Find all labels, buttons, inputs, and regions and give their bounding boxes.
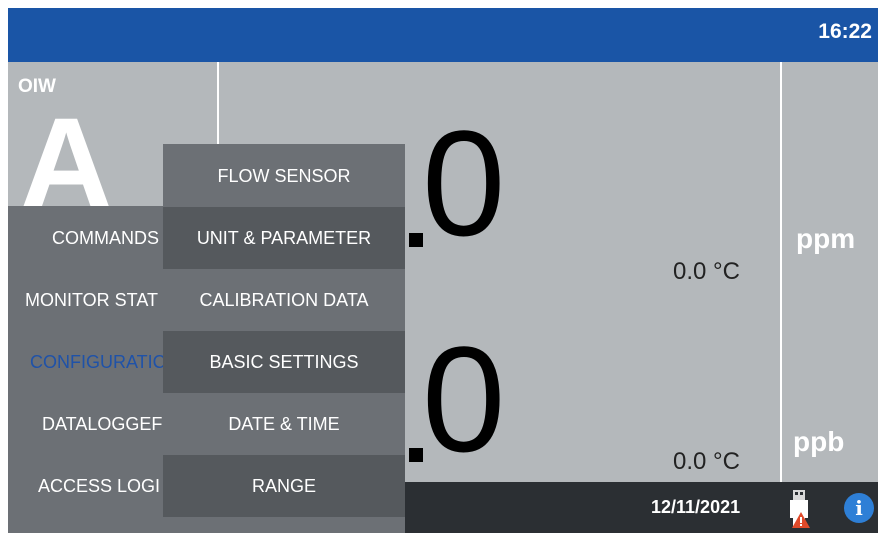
usb-warning-icon[interactable] <box>788 490 810 528</box>
reading2-value: 0 <box>422 315 506 483</box>
submenu-unit-parameter[interactable]: UNIT & PARAMETER <box>163 207 405 269</box>
device-screen: 16:22 OIW A 0 0.0 °C ppm 0 0.0 °C ppb 12… <box>8 8 878 533</box>
submenu-date-time[interactable]: DATE & TIME <box>163 393 405 455</box>
menu-item-access-log[interactable]: ACCESS LOGI <box>8 455 163 517</box>
header-bar: 16:22 <box>8 8 878 62</box>
menu-item-commands[interactable]: COMMANDS <box>8 207 163 269</box>
info-icon[interactable]: i <box>844 493 874 523</box>
submenu-calibration-data[interactable]: CALIBRATION DATA <box>163 269 405 331</box>
reading1-temperature: 0.0 °C <box>673 258 740 285</box>
reading2-unit: ppb <box>793 426 845 457</box>
menu-item-datalogger[interactable]: DATALOGGEF <box>8 393 163 455</box>
divider-right <box>780 62 782 482</box>
menu-item-configuration[interactable]: CONFIGURATIC <box>8 331 163 393</box>
clock: 16:22 <box>818 20 872 43</box>
date-display: 12/11/2021 <box>651 497 741 517</box>
submenu-range[interactable]: RANGE <box>163 455 405 517</box>
reading1-value: 0 <box>422 99 506 267</box>
menu-item-monitor-status[interactable]: MONITOR STAT <box>8 269 163 331</box>
submenu-basic-settings[interactable]: BASIC SETTINGS <box>163 331 405 393</box>
submenu-flow-sensor[interactable]: FLOW SENSOR <box>163 145 405 207</box>
status-bar: 12/11/2021 i <box>405 482 878 533</box>
decimal-point-2 <box>409 448 423 462</box>
decimal-point-1 <box>409 233 423 247</box>
reading2-temperature: 0.0 °C <box>673 448 740 475</box>
reading1-unit: ppm <box>796 223 856 254</box>
